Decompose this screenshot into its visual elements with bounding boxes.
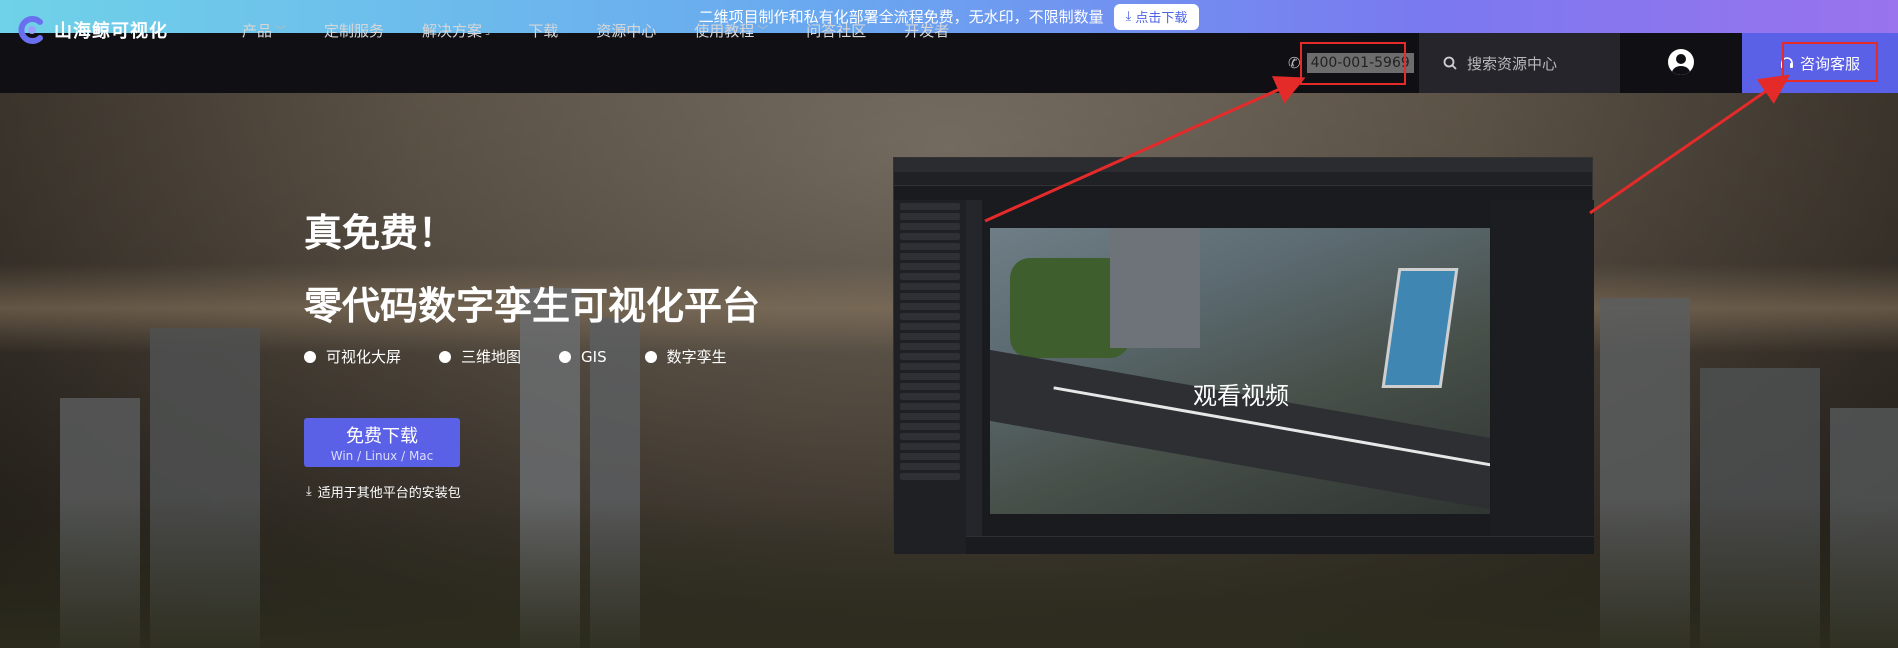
free-download-button[interactable]: 免费下载 Win / Linux / Mac — [304, 418, 460, 467]
corner-arrow-icon: ⌟ — [485, 23, 491, 37]
hero-title-line1: 真免费！ — [304, 211, 457, 255]
video-properties-panel — [1491, 200, 1594, 554]
nav-item-community[interactable]: 问答社区 — [806, 20, 866, 41]
search-box[interactable]: 搜索资源中心 — [1419, 33, 1620, 93]
annotation-box-phone — [1300, 42, 1406, 85]
chevron-down-icon: ﹀ — [275, 24, 287, 37]
video-preview[interactable] — [893, 157, 1594, 554]
nav-item-solutions[interactable]: 解决方案 ⌟ — [422, 20, 490, 41]
hero-title-line2: 零代码数字孪生可视化平台 — [304, 284, 761, 328]
chevron-down-icon: ﹀ — [757, 24, 769, 37]
bullet-icon — [439, 350, 452, 363]
nav-item-label: 开发者 — [904, 21, 950, 40]
nav-item-label: 产品 — [242, 21, 273, 40]
other-platforms-label: 适用于其他平台的安装包 — [317, 486, 461, 501]
phone-icon: ✆ — [1288, 54, 1301, 72]
nav-item-label: 使用教程 — [694, 21, 755, 40]
feature-item: GIS — [559, 346, 607, 367]
feature-item: 数字孪生 — [644, 346, 727, 367]
feature-list: 可视化大屏 三维地图 GIS 数字孪生 — [304, 346, 765, 367]
feature-label: GIS — [581, 347, 607, 366]
bullet-icon — [644, 350, 657, 363]
main-menu: 产品 ﹀ 定制服务 解决方案 ⌟ 下载 资源中心 使用教程 ﹀ 问答社区 开发者 — [242, 0, 987, 60]
promo-download-button[interactable]: ⤓ 点击下载 — [1113, 3, 1200, 30]
nav-item-label: 下载 — [528, 21, 559, 40]
nav-item-developers[interactable]: 开发者 — [904, 20, 949, 41]
user-icon[interactable] — [1668, 49, 1694, 75]
promo-download-label: 点击下载 — [1135, 11, 1188, 26]
nav-item-product[interactable]: 产品 ﹀ — [242, 20, 286, 41]
nav-item-label: 定制服务 — [324, 21, 385, 40]
nav-item-resources[interactable]: 资源中心 — [596, 20, 656, 41]
nav-item-label: 资源中心 — [596, 21, 657, 40]
download-platforms: Win / Linux / Mac — [330, 449, 434, 463]
video-address-bar — [894, 172, 1592, 186]
feature-label: 可视化大屏 — [326, 348, 402, 366]
logo-text: 山海鲸可视化 — [54, 21, 168, 42]
download-icon: ⤓ — [306, 484, 312, 499]
feature-label: 数字孪生 — [666, 348, 727, 366]
watch-video-label[interactable]: 观看视频 — [1193, 376, 1289, 411]
bullet-icon — [304, 350, 316, 363]
search-icon — [1443, 56, 1457, 70]
download-label: 免费下载 — [346, 426, 418, 447]
feature-label: 三维地图 — [461, 348, 522, 366]
video-left-panel — [894, 200, 966, 554]
search-placeholder: 搜索资源中心 — [1467, 54, 1558, 73]
nav-item-label: 问答社区 — [806, 21, 867, 40]
logo-icon — [18, 16, 46, 44]
video-tool-strip — [966, 200, 982, 554]
video-3d-scene — [990, 228, 1490, 514]
nav-item-tutorials[interactable]: 使用教程 ﹀ — [694, 20, 768, 41]
annotation-box-consult — [1782, 42, 1878, 82]
feature-item: 可视化大屏 — [304, 346, 401, 367]
video-bottom-bar — [966, 536, 1594, 554]
site-logo[interactable]: 山海鲸可视化 — [18, 16, 168, 44]
nav-item-label: 解决方案 — [422, 21, 483, 40]
nav-item-custom-service[interactable]: 定制服务 — [324, 20, 384, 41]
bullet-icon — [559, 350, 572, 363]
nav-item-download[interactable]: 下载 — [528, 20, 558, 41]
other-platforms-link[interactable]: ⤓ 适用于其他平台的安装包 — [306, 482, 461, 501]
feature-item: 三维地图 — [439, 346, 521, 367]
download-icon: ⤓ — [1125, 9, 1132, 24]
video-browser-tabs — [894, 158, 1592, 172]
